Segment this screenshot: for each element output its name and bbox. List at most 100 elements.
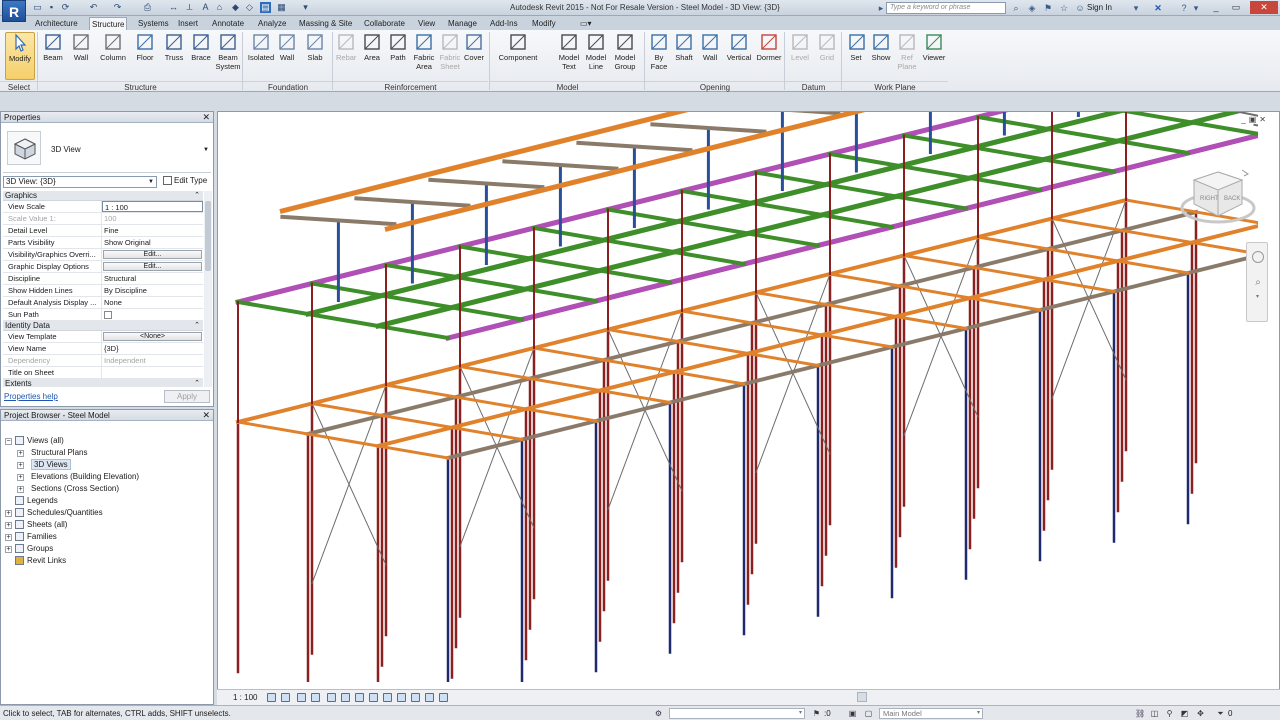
tab-systems[interactable]: Systems: [136, 17, 171, 30]
deck-cross-beam[interactable]: [902, 253, 1116, 294]
tab-structure[interactable]: Structure: [89, 17, 128, 30]
area-button[interactable]: Area: [362, 32, 382, 80]
tab-annotate[interactable]: Annotate: [210, 17, 246, 30]
zoom-dropdown-icon[interactable]: ▾: [1256, 293, 1259, 300]
browser-item[interactable]: Families: [15, 531, 57, 543]
chevron-down-icon[interactable]: ▼: [203, 147, 209, 153]
open-icon[interactable]: ▭: [32, 2, 43, 13]
chevron-down-icon[interactable]: ▼: [148, 177, 154, 187]
select-pinned-icon[interactable]: ⚲: [1165, 709, 1174, 718]
search-icon[interactable]: ⌕: [1010, 2, 1022, 14]
select-by-face-icon[interactable]: ◩: [1180, 709, 1189, 718]
collapse-icon[interactable]: ⌃: [194, 321, 200, 331]
brace-button[interactable]: Brace: [190, 32, 212, 80]
viewcube[interactable]: RIGHT BACK: [1178, 162, 1258, 232]
expand-icon[interactable]: +: [17, 486, 24, 493]
browser-item[interactable]: Elevations (Building Elevation): [31, 471, 139, 483]
deck-cross-beam[interactable]: [828, 272, 1042, 312]
select-links-icon[interactable]: ⛓: [1135, 709, 1145, 718]
deck-cross-beam[interactable]: [236, 420, 450, 460]
property-edit-button[interactable]: Edit...: [103, 250, 202, 259]
property-value[interactable]: Show Original: [102, 237, 203, 248]
model-text-button[interactable]: Model Text: [556, 32, 582, 80]
expand-icon[interactable]: +: [5, 522, 12, 529]
redo-icon[interactable]: ↷: [112, 2, 123, 13]
expand-icon[interactable]: +: [5, 546, 12, 553]
steel-model-3d[interactable]: [218, 112, 1258, 682]
panel-reinforcement[interactable]: Reinforcement: [333, 81, 488, 92]
grid-button[interactable]: Grid: [817, 32, 837, 80]
exchange-apps-icon[interactable]: ✕: [1152, 2, 1164, 14]
sun-path-checkbox[interactable]: [104, 311, 112, 319]
fabric-sheet-button[interactable]: Fabric Sheet: [438, 32, 462, 80]
detail-level-icon[interactable]: [267, 693, 276, 702]
design-options-icon[interactable]: ▣: [848, 709, 857, 718]
minimize-icon[interactable]: _: [1208, 1, 1224, 14]
browser-item[interactable]: Sections (Cross Section): [31, 483, 119, 495]
switch-windows-icon[interactable]: ▦: [276, 2, 287, 13]
deck-cross-beam[interactable]: [606, 327, 820, 368]
modify-button[interactable]: Modify: [5, 32, 35, 80]
browser-item[interactable]: Schedules/Quantities: [15, 507, 103, 519]
close-view-icon[interactable]: ✕: [1259, 115, 1269, 124]
set-button[interactable]: Set: [847, 32, 865, 80]
design-option-dropdown[interactable]: Main Model ▾: [879, 708, 983, 719]
beam-system-button[interactable]: Beam System: [214, 32, 242, 80]
filter-icon[interactable]: ⏷: [1216, 709, 1225, 718]
level-button[interactable]: Level: [790, 32, 810, 80]
visual-style-icon[interactable]: [281, 693, 290, 702]
truss-button[interactable]: Truss: [163, 32, 185, 80]
property-edit-button[interactable]: <None>: [103, 332, 202, 341]
edit-type-button[interactable]: Edit Type: [163, 176, 207, 186]
browser-item[interactable]: Views (all): [15, 435, 64, 447]
deck-cross-beam[interactable]: [976, 235, 1190, 275]
chevron-down-icon[interactable]: ▾: [977, 709, 980, 718]
view-scale-label[interactable]: 1 : 100: [233, 693, 257, 702]
column-button[interactable]: Column: [96, 32, 130, 80]
show-crop-region-icon[interactable]: [341, 693, 350, 702]
measure-icon[interactable]: ↔: [168, 2, 179, 13]
collapse-icon[interactable]: −: [5, 438, 12, 445]
communication-center-icon[interactable]: ⚑: [1042, 2, 1054, 14]
tab-manage[interactable]: Manage: [446, 17, 479, 30]
expand-icon[interactable]: +: [17, 474, 24, 481]
property-group[interactable]: Graphics ⌃: [3, 191, 203, 201]
reveal-constraints-icon[interactable]: [439, 693, 448, 702]
viewcube-right-label[interactable]: RIGHT: [1200, 196, 1219, 202]
component-button[interactable]: Component: [497, 32, 539, 80]
slab-button[interactable]: Slab: [304, 32, 326, 80]
properties-help-link[interactable]: Properties help: [4, 392, 58, 401]
collapse-icon[interactable]: ⌃: [194, 191, 200, 201]
browser-item[interactable]: Sheets (all): [15, 519, 67, 531]
help-icon[interactable]: ?: [1178, 2, 1190, 14]
wall-button[interactable]: Wall: [70, 32, 92, 80]
steering-wheel-icon[interactable]: [1252, 251, 1264, 263]
favorites-icon[interactable]: ☆: [1058, 2, 1070, 14]
deck-cross-beam[interactable]: [680, 309, 894, 349]
save-icon[interactable]: ▪: [46, 2, 57, 13]
tab-add-ins[interactable]: Add-Ins: [488, 17, 520, 30]
expand-icon[interactable]: +: [5, 534, 12, 541]
user-icon[interactable]: ☺: [1074, 2, 1086, 14]
tab-architecture[interactable]: Architecture: [33, 17, 80, 30]
signin-dropdown-icon[interactable]: ▾: [1130, 2, 1142, 14]
search-input[interactable]: Type a keyword or phrase: [886, 2, 1006, 14]
reveal-hidden-icon[interactable]: [383, 693, 392, 702]
panel-select[interactable]: Select: [0, 81, 38, 92]
subscription-icon[interactable]: ◈: [1026, 2, 1038, 14]
select-underlay-icon[interactable]: ◫: [1150, 709, 1159, 718]
wall-button[interactable]: Wall: [700, 32, 720, 80]
text-icon[interactable]: A: [200, 2, 211, 13]
deck-cross-beam[interactable]: [754, 290, 968, 331]
customize-qat-icon[interactable]: ▾: [300, 2, 311, 13]
tab-view[interactable]: View: [416, 17, 437, 30]
ref-plane-button[interactable]: Ref Plane: [897, 32, 917, 80]
horizontal-scrollbar-thumb[interactable]: [857, 692, 867, 702]
browser-item[interactable]: Structural Plans: [31, 447, 87, 459]
property-value[interactable]: 1 : 100: [102, 201, 203, 212]
close-icon[interactable]: ✕: [202, 410, 210, 421]
property-edit-button[interactable]: Edit...: [103, 262, 202, 271]
temporary-hide-icon[interactable]: [369, 693, 378, 702]
path-button[interactable]: Path: [388, 32, 408, 80]
crop-view-icon[interactable]: [327, 693, 336, 702]
